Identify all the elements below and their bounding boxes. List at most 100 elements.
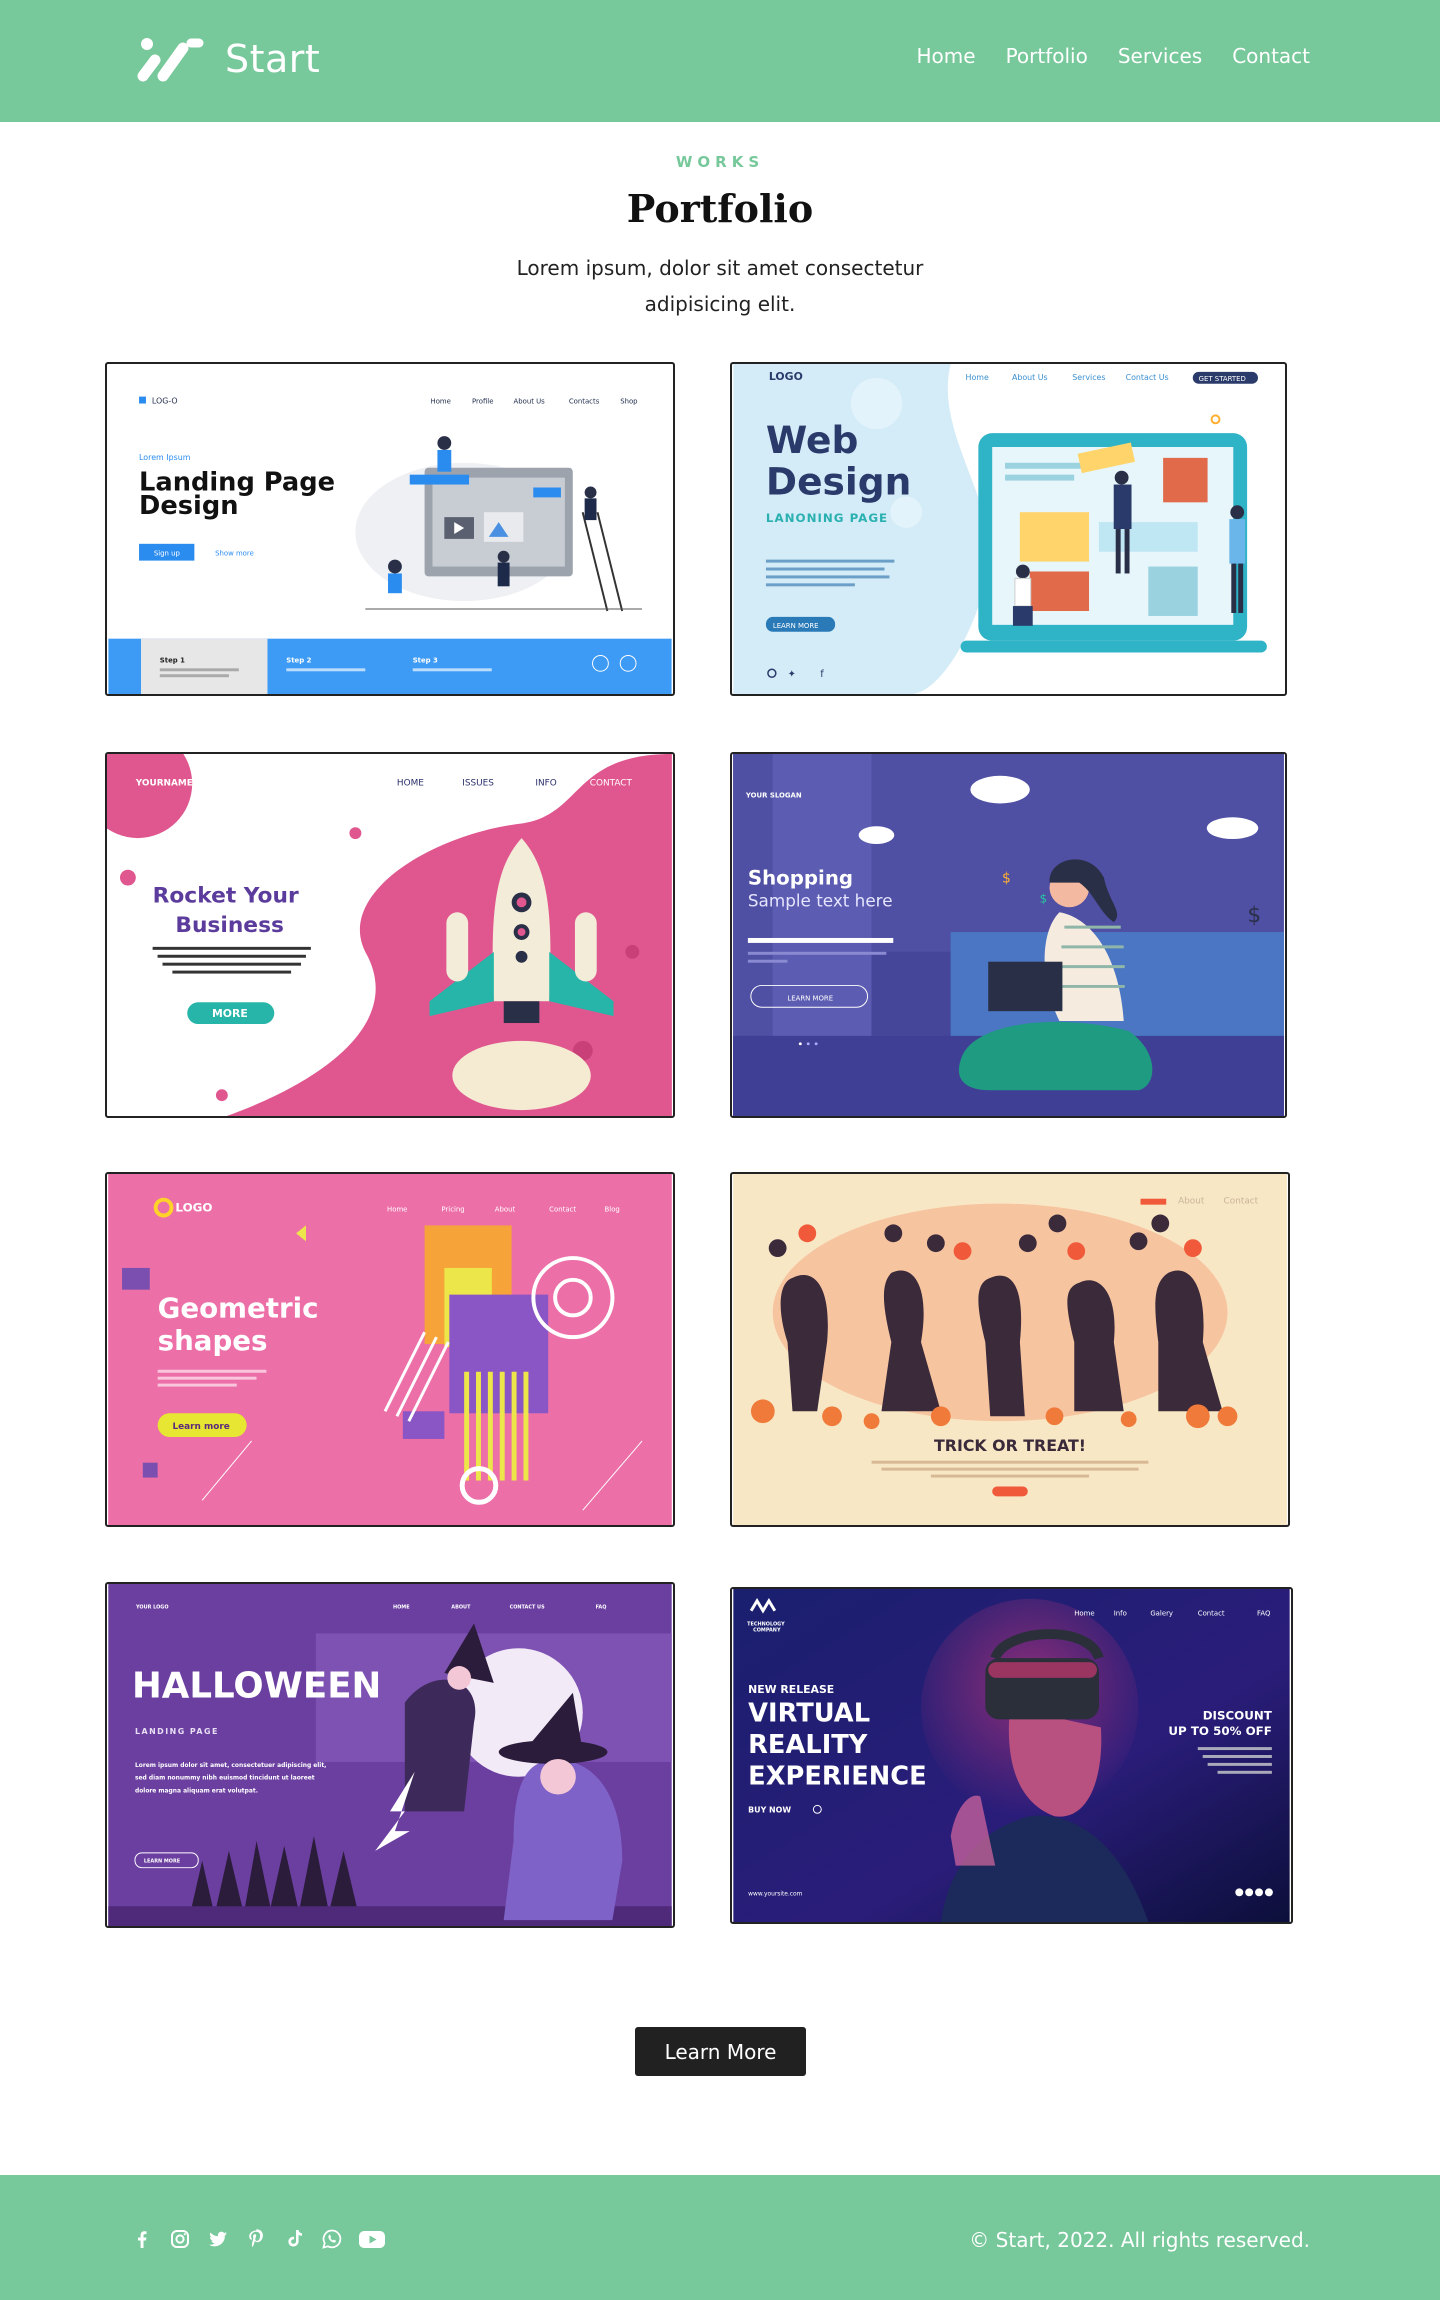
geometric-nav-home: Home: [387, 1206, 407, 1214]
rocket-button: MORE: [212, 1007, 248, 1020]
rocket-brand: YOURNAME: [135, 779, 193, 789]
vr-nav-home: Home: [1074, 1610, 1094, 1618]
nav-services[interactable]: Services: [1118, 44, 1202, 68]
rocket-title-2: Business: [175, 913, 284, 938]
nav-home[interactable]: Home: [917, 44, 976, 68]
landing-nav-home: Home: [431, 398, 451, 406]
shopping-thumbnail: YOUR SLOGAN Shopping Sample text here LE…: [733, 754, 1284, 1116]
party-nav-about: About: [1178, 1197, 1205, 1207]
portfolio-card-vr[interactable]: TECHNOLOGY COMPANY Home Info Galery Cont…: [730, 1587, 1293, 1924]
halloween-nav-contact: CONTACT US: [510, 1605, 545, 1611]
tiktok-icon[interactable]: [282, 2227, 306, 2251]
webdesign-logo: LOGO: [769, 370, 803, 383]
svg-text:$: $: [1247, 903, 1261, 928]
landing-logo: LOG-O: [152, 397, 178, 406]
halloween-nav-home: HOME: [393, 1605, 410, 1611]
site-footer: © Start, 2022. All rights reserved.: [0, 2175, 1440, 2300]
svg-text:$: $: [1040, 891, 1048, 905]
web-design-thumbnail: LOGO Home About Us Services Contact Us G…: [733, 364, 1284, 694]
halloween-thumbnail: YOUR LOGO HOME ABOUT CONTACT US FAQ HALL…: [108, 1584, 672, 1926]
learn-more-button[interactable]: Learn More: [635, 2027, 806, 2076]
geometric-title-2: shapes: [158, 1324, 268, 1357]
trick-or-treat-thumbnail: About Contact TRICK OR TREAT!: [733, 1174, 1287, 1525]
halloween-body-3: dolore magna aliquam erat volutpat.: [135, 1788, 258, 1795]
webdesign-button: LEARN MORE: [773, 622, 819, 630]
landing-step-3: Step 3: [413, 656, 438, 664]
shopping-slogan: YOUR SLOGAN: [745, 792, 802, 800]
halloween-button: LEARN MORE: [144, 1859, 181, 1865]
webdesign-title-1: Web: [766, 418, 858, 462]
portfolio-card-landing-page[interactable]: LOG-O Home Profile About Us Contacts Sho…: [105, 362, 675, 696]
landing-signup: Sign up: [154, 550, 180, 558]
vr-nav-faq: FAQ: [1257, 1610, 1271, 1618]
vr-nav-info: Info: [1114, 1610, 1127, 1618]
landing-show-more: Show more: [215, 550, 254, 558]
pinterest-icon[interactable]: [244, 2227, 268, 2251]
portfolio-card-rocket[interactable]: YOURNAME HOME ISSUES INFO CONTACT Rocket…: [105, 752, 675, 1118]
whatsapp-icon[interactable]: [320, 2227, 344, 2251]
webdesign-nav-services: Services: [1072, 373, 1105, 382]
rocket-nav-home: HOME: [397, 779, 424, 789]
webdesign-title-2: Design: [766, 459, 911, 503]
geometric-title-1: Geometric: [158, 1291, 319, 1324]
vr-discount-1: DISCOUNT: [1203, 1708, 1273, 1722]
nav-portfolio[interactable]: Portfolio: [1006, 44, 1088, 68]
landing-nav-about: About Us: [514, 398, 546, 406]
shopping-title: Shopping: [748, 867, 853, 890]
geometric-nav-pricing: Pricing: [441, 1206, 464, 1214]
main-nav: Home Portfolio Services Contact: [917, 44, 1311, 68]
section-kicker: WORKS: [675, 153, 765, 171]
rocket-nav-issues: ISSUES: [462, 779, 494, 789]
geometric-nav-about: About: [495, 1206, 516, 1214]
landing-step-2: Step 2: [286, 656, 311, 664]
vr-discount-2: UP TO 50% OFF: [1168, 1724, 1271, 1738]
vr-title-2: REALITY: [748, 1730, 868, 1760]
webdesign-nav-home: Home: [966, 373, 989, 382]
landing-step-1: Step 1: [160, 656, 185, 664]
copyright: © Start, 2022. All rights reserved.: [969, 2228, 1310, 2252]
geometric-logo: LOGO: [175, 1201, 212, 1215]
halloween-nav-about: ABOUT: [451, 1605, 471, 1611]
landing-nav-profile: Profile: [472, 398, 493, 406]
halloween-body-1: Lorem ipsum dolor sit amet, consectetuer…: [135, 1762, 326, 1769]
social-links: [130, 2227, 386, 2251]
rocket-title-1: Rocket Your: [153, 883, 299, 908]
twitter-icon[interactable]: [206, 2227, 230, 2251]
webdesign-cta: GET STARTED: [1199, 375, 1246, 383]
webdesign-nav-contact: Contact Us: [1126, 373, 1169, 382]
party-title: TRICK OR TREAT!: [934, 1436, 1086, 1455]
section-description: Lorem ipsum, dolor sit amet consectetur …: [516, 256, 924, 316]
vr-nav-galery: Galery: [1150, 1610, 1173, 1618]
vr-buy-now: BUY NOW: [748, 1805, 791, 1814]
vr-nav-contact: Contact: [1198, 1610, 1225, 1618]
landing-title-2: Design: [139, 491, 238, 521]
vr-title-1: VIRTUAL: [748, 1698, 870, 1728]
vr-kicker: NEW RELEASE: [748, 1683, 834, 1696]
instagram-icon[interactable]: [168, 2227, 192, 2251]
halloween-body-2: sed diam nonummy nibh euismod tincidunt …: [135, 1775, 315, 1782]
svg-text:f: f: [820, 669, 824, 680]
portfolio-card-geometric[interactable]: LOGO Home Pricing About Contact Blog Geo…: [105, 1172, 675, 1527]
svg-text:$: $: [1002, 871, 1011, 887]
rocket-nav-contact: CONTACT: [590, 779, 633, 789]
landing-nav-shop: Shop: [620, 398, 637, 406]
brand-name: Start: [225, 37, 321, 81]
landing-nav-contacts: Contacts: [569, 398, 600, 406]
nav-contact[interactable]: Contact: [1232, 44, 1310, 68]
section-title: Portfolio: [626, 186, 814, 231]
brand[interactable]: Start: [133, 34, 320, 84]
portfolio-card-halloween[interactable]: YOUR LOGO HOME ABOUT CONTACT US FAQ HALL…: [105, 1582, 675, 1928]
party-nav-contact: Contact: [1224, 1197, 1259, 1207]
facebook-icon[interactable]: [130, 2227, 154, 2251]
youtube-icon[interactable]: [358, 2227, 386, 2251]
portfolio-card-web-design[interactable]: LOGO Home About Us Services Contact Us G…: [730, 362, 1287, 696]
halloween-logo: YOUR LOGO: [135, 1605, 169, 1611]
shopping-button: LEARN MORE: [787, 994, 833, 1002]
portfolio-card-shopping[interactable]: YOUR SLOGAN Shopping Sample text here LE…: [730, 752, 1287, 1118]
brand-logo-icon: [137, 38, 204, 82]
webdesign-subtitle: LANONING PAGE: [766, 511, 888, 525]
vr-thumbnail: TECHNOLOGY COMPANY Home Info Galery Cont…: [733, 1589, 1290, 1922]
rocket-thumbnail: YOURNAME HOME ISSUES INFO CONTACT Rocket…: [107, 754, 672, 1116]
halloween-title: HALLOWEEN: [132, 1666, 381, 1707]
portfolio-card-trick-or-treat[interactable]: About Contact TRICK OR TREAT!: [730, 1172, 1290, 1527]
